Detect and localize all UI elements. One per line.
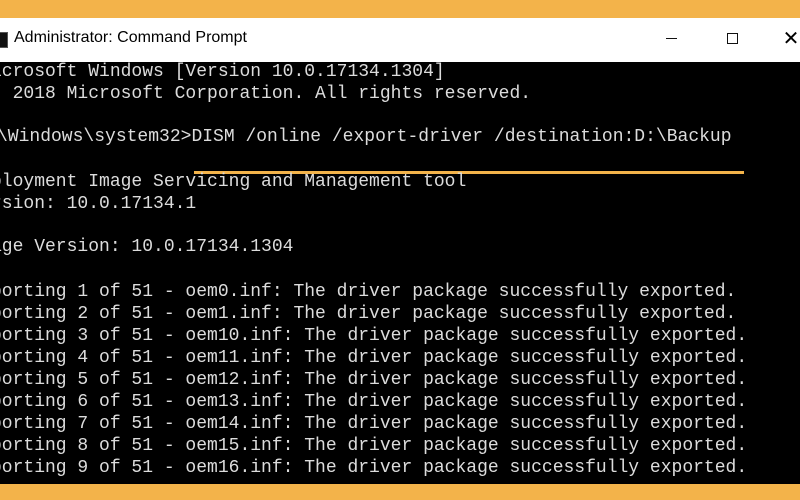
maximize-button[interactable] <box>709 18 755 58</box>
command-line: \Windows\system32>DISM /online /export-d… <box>0 127 732 147</box>
export-line: porting 5 of 51 - oem12.inf: The driver … <box>0 370 748 390</box>
maximize-icon <box>726 32 738 44</box>
export-line: porting 4 of 51 - oem11.inf: The driver … <box>0 348 748 368</box>
command-prompt-window: Administrator: Command Prompt ✕ icrosoft… <box>0 18 800 484</box>
copyright-line: ) 2018 Microsoft Corporation. All rights… <box>0 84 532 104</box>
tool-version-line: rsion: 10.0.17134.1 <box>0 194 197 214</box>
command-prompt-icon[interactable] <box>0 32 8 48</box>
export-line: porting 6 of 51 - oem13.inf: The driver … <box>0 392 748 412</box>
export-line: porting 1 of 51 - oem0.inf: The driver p… <box>0 282 737 302</box>
prompt-text: \Windows\system32> <box>0 127 192 147</box>
export-line: porting 8 of 51 - oem15.inf: The driver … <box>0 436 748 456</box>
export-line: porting 7 of 51 - oem14.inf: The driver … <box>0 414 748 434</box>
version-line: icrosoft Windows [Version 10.0.17134.130… <box>0 62 445 82</box>
close-icon: ✕ <box>782 26 800 50</box>
console-output[interactable]: icrosoft Windows [Version 10.0.17134.130… <box>0 62 800 484</box>
image-version-line: age Version: 10.0.17134.1304 <box>0 237 294 257</box>
window-title: Administrator: Command Prompt <box>14 29 247 46</box>
close-button[interactable]: ✕ <box>768 18 800 58</box>
command-text: DISM /online /export-driver /destination… <box>191 127 732 147</box>
tool-name-line: ployment Image Servicing and Management … <box>0 172 467 192</box>
export-line: porting 2 of 51 - oem1.inf: The driver p… <box>0 304 737 324</box>
title-bar[interactable]: Administrator: Command Prompt ✕ <box>0 18 800 62</box>
minimize-button[interactable] <box>648 18 694 58</box>
export-line: porting 3 of 51 - oem10.inf: The driver … <box>0 326 748 346</box>
minimize-icon <box>665 37 677 39</box>
export-line: porting 9 of 51 - oem16.inf: The driver … <box>0 458 748 478</box>
